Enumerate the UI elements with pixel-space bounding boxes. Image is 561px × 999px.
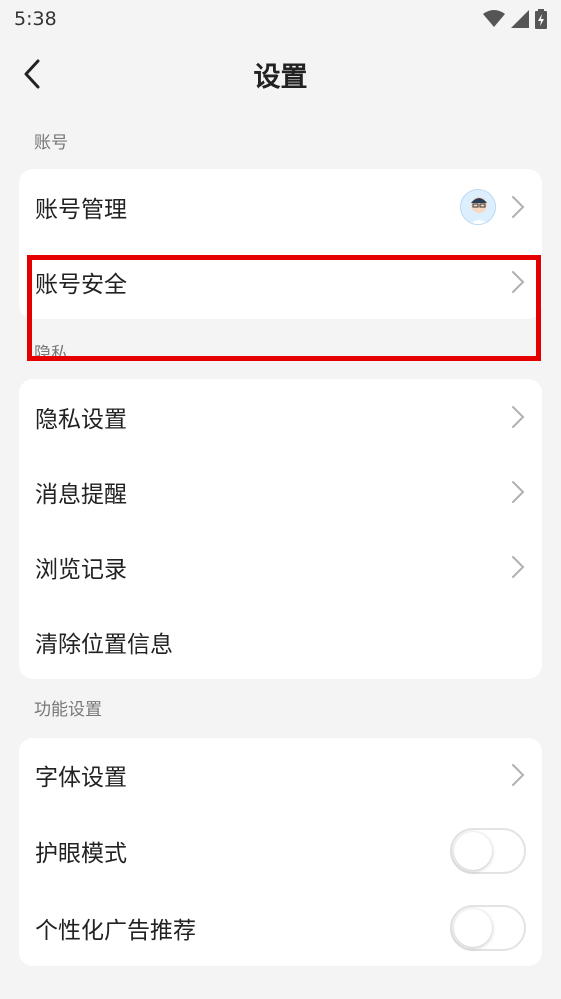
status-icons [483,9,547,29]
row-eye-protection: 护眼模式 [19,812,542,889]
row-account-security[interactable]: 账号安全 [19,244,542,319]
row-label: 浏览记录 [35,556,127,583]
row-label: 账号管理 [35,196,127,223]
account-card: 账号管理 账号安全 [19,169,542,319]
header: 设置 [0,38,561,110]
toggle-knob [454,831,492,870]
chevron-right-icon [512,764,525,786]
row-message-reminders[interactable]: 消息提醒 [19,454,542,529]
row-label: 护眼模式 [35,840,127,867]
back-button[interactable] [14,56,50,92]
chevron-right-icon [512,555,525,578]
row-label: 字体设置 [35,765,127,791]
row-label: 消息提醒 [35,481,127,508]
row-personalized-ads: 个性化广告推荐 [19,889,542,966]
toggle-knob [454,908,492,947]
chevron-right-icon [512,405,525,428]
status-bar: 5:38 [0,0,561,38]
privacy-card: 隐私设置 消息提醒 浏览记录 清除位置信息 [19,379,542,679]
chevron-right-icon [512,195,525,218]
features-card: 字体设置 护眼模式 个性化广告推荐 [19,738,542,966]
page-title: 设置 [253,61,308,93]
row-privacy-settings[interactable]: 隐私设置 [19,379,542,454]
row-clear-location[interactable]: 清除位置信息 [19,604,542,679]
row-label: 清除位置信息 [35,631,173,658]
section-label-features: 功能设置 [34,700,102,720]
row-label: 个性化广告推荐 [35,917,196,944]
row-right [460,188,526,225]
row-label: 隐私设置 [35,406,127,433]
personalized-ads-toggle[interactable] [450,904,526,951]
row-account-management[interactable]: 账号管理 [19,169,542,244]
row-font-settings[interactable]: 字体设置 [19,738,542,812]
status-time: 5:38 [14,8,57,30]
chevron-right-icon [512,480,525,503]
wifi-icon [483,10,505,27]
chevron-right-icon [512,270,525,293]
section-label-privacy: 隐私 [34,344,68,364]
row-label: 账号安全 [35,271,127,298]
back-arrow-icon [24,59,40,89]
avatar-icon [461,189,495,224]
avatar [460,188,496,225]
battery-charging-icon [535,9,547,29]
row-browsing-history[interactable]: 浏览记录 [19,529,542,604]
section-label-account: 账号 [34,133,68,153]
signal-icon [511,10,529,28]
eye-protection-toggle[interactable] [450,827,526,874]
